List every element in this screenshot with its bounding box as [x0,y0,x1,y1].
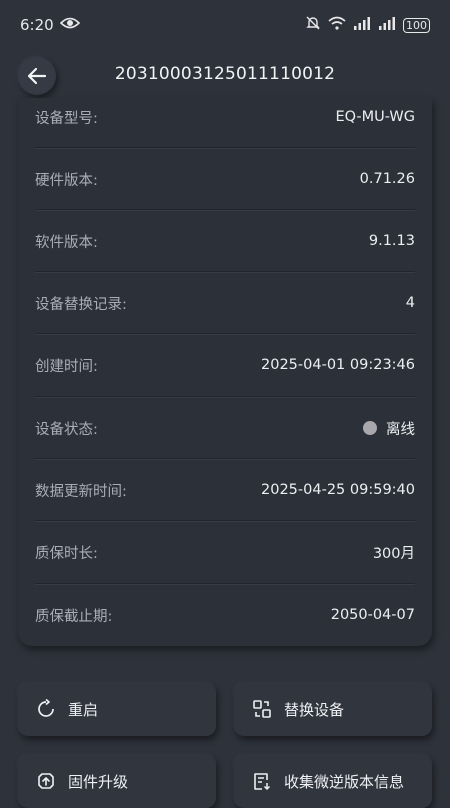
detail-row-software-version: 软件版本: 9.1.13 [18,210,432,272]
detail-value: 2025-04-25 09:59:40 [261,482,415,498]
battery-icon: 100 [403,17,430,33]
detail-value: 离线 [363,418,415,439]
mute-bell-icon [305,15,321,35]
signal-icon-1 [353,16,371,34]
detail-row-model: 设备型号: EQ-MU-WG [18,98,432,148]
status-bar: 6:20 100 [0,0,450,50]
status-text: 离线 [386,421,415,438]
status-dot-icon [363,421,377,435]
status-time: 6:20 [20,16,54,34]
battery-level: 100 [406,18,427,32]
detail-label: 设备替换记录: [35,296,127,313]
wifi-icon [328,16,346,34]
detail-label: 数据更新时间: [35,483,127,500]
replace-device-button[interactable]: 替换设备 [234,682,432,736]
detail-row-warranty-duration: 质保时长: 300月 [18,521,432,583]
detail-value: EQ-MU-WG [335,109,415,125]
back-arrow-icon [27,67,47,85]
detail-value: 4 [405,295,415,311]
detail-row-device-status: 设备状态: 离线 [18,397,432,459]
detail-value: 9.1.13 [368,233,415,249]
restart-icon [38,699,54,717]
detail-row-replace-record[interactable]: 设备替换记录: 4 [18,272,432,334]
detail-label: 创建时间: [35,358,98,375]
detail-value: 2025-04-01 09:23:46 [261,357,415,373]
eye-icon [59,16,80,34]
detail-row-hardware-version: 硬件版本: 0.71.26 [18,148,432,210]
detail-row-created-time: 创建时间: 2025-04-01 09:23:46 [18,334,432,396]
upgrade-icon [38,773,54,789]
detail-label: 质保截止期: [35,608,113,625]
collect-version-info-label: 收集微逆版本信息 [284,772,405,791]
detail-row-data-update-time: 数据更新时间: 2025-04-25 09:59:40 [18,459,432,521]
restart-button[interactable]: 重启 [18,682,216,736]
replace-device-label: 替换设备 [284,700,345,719]
replace-icon [253,700,271,718]
detail-value: 2050-04-07 [330,607,415,623]
device-detail-card: 设备型号: EQ-MU-WG 硬件版本: 0.71.26 软件版本: 9.1.1… [18,98,432,646]
detail-value: 0.71.26 [359,171,415,187]
detail-label: 软件版本: [35,234,98,251]
app-bar: 20310003125011110012 [0,50,450,98]
detail-value: 300月 [372,545,415,562]
signal-icon-2 [378,16,396,34]
collect-icon [254,773,271,791]
back-button[interactable] [18,57,56,95]
detail-label: 质保时长: [35,545,98,562]
firmware-upgrade-label: 固件升级 [68,772,129,791]
detail-label: 硬件版本: [35,172,98,189]
detail-label: 设备状态: [35,421,98,438]
detail-label: 设备型号: [35,110,98,127]
detail-row-warranty-end: 质保截止期: 2050-04-07 [18,584,432,646]
page-title: 20310003125011110012 [114,64,336,84]
restart-label: 重启 [68,700,99,719]
